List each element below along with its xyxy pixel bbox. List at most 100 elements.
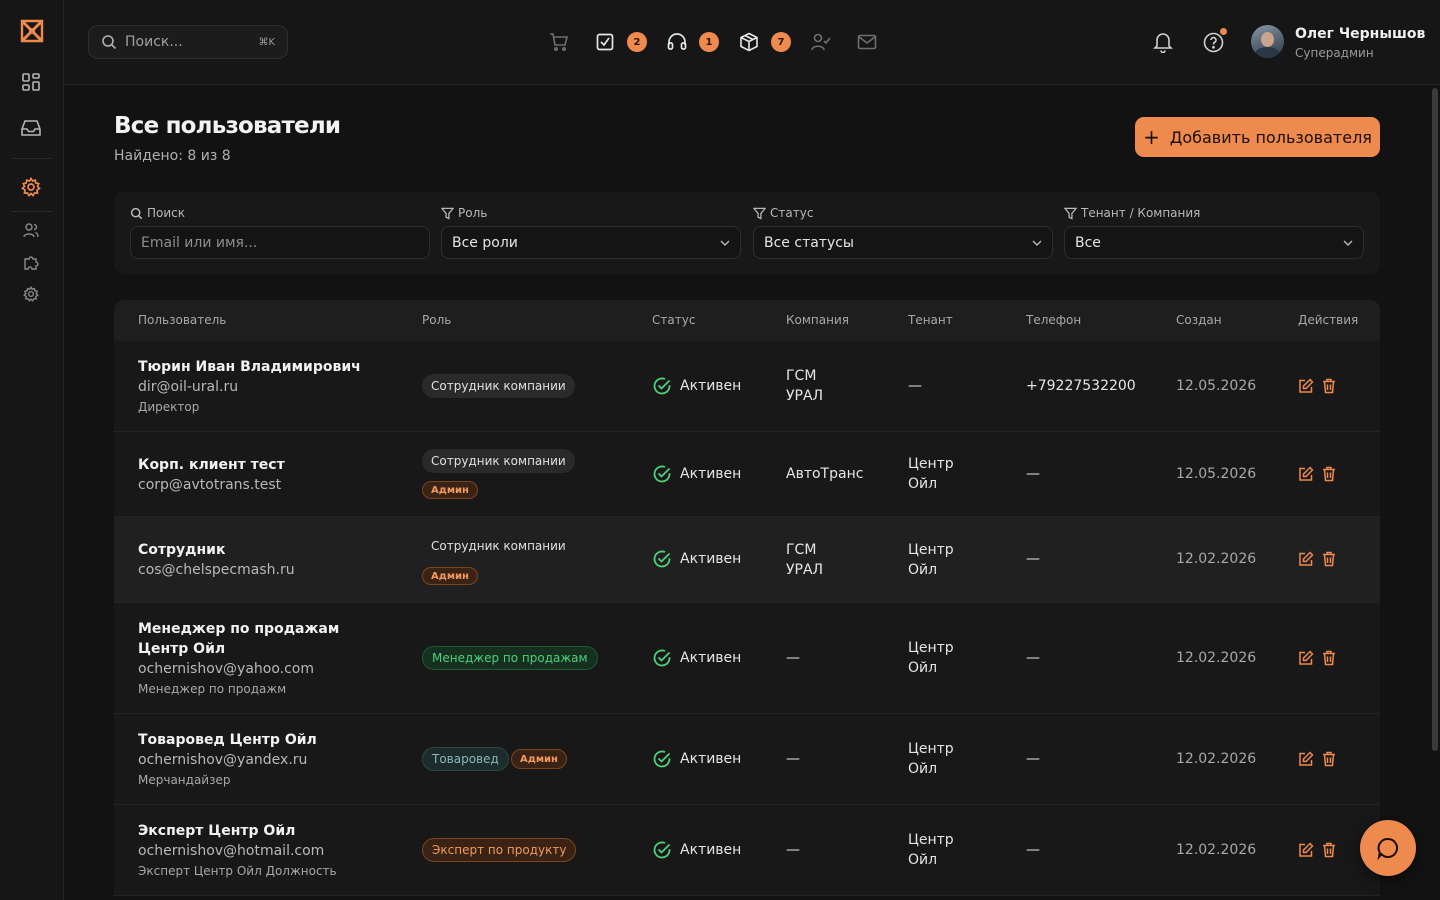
status-text: Активен	[680, 378, 742, 394]
row-user-email: ochernishov@yahoo.com	[138, 661, 315, 677]
filter-icon	[1064, 207, 1077, 220]
status-badge: Активен	[652, 549, 741, 569]
row-user-position: Мерчандайзер	[138, 773, 231, 787]
header-created[interactable]: Создан	[1176, 313, 1222, 327]
trash-icon[interactable]	[1322, 378, 1336, 394]
edit-icon[interactable]	[1298, 466, 1314, 482]
help-notification-dot	[1220, 28, 1227, 35]
row-created: 12.05.2026	[1176, 378, 1257, 394]
cog-icon[interactable]	[20, 283, 42, 305]
tasks-badge: 2	[627, 32, 647, 52]
table-row[interactable]: Товаровед Центр Ойл ochernishov@yandex.r…	[114, 714, 1380, 805]
check-circle-icon	[653, 750, 671, 768]
trash-icon[interactable]	[1322, 751, 1336, 767]
avatar[interactable]	[1251, 25, 1284, 58]
check-circle-icon	[653, 465, 671, 483]
header-phone[interactable]: Телефон	[1026, 313, 1081, 327]
tenant-select[interactable]: Все	[1064, 226, 1364, 259]
chat-bubble-icon	[1377, 837, 1399, 860]
row-phone: —	[1026, 466, 1040, 482]
edit-icon[interactable]	[1298, 551, 1314, 567]
box-icon[interactable]	[738, 31, 760, 53]
role-badge: Сотрудник компании	[431, 539, 566, 553]
add-user-label: Добавить пользователя	[1169, 127, 1372, 147]
header-tenant[interactable]: Тенант	[908, 313, 953, 327]
role-select[interactable]: Все роли	[441, 226, 741, 259]
row-created: 12.02.2026	[1176, 842, 1257, 858]
header-role[interactable]: Роль	[422, 313, 451, 327]
table-row[interactable]: Сотрудник cos@chelspecmash.ru Сотрудник …	[114, 517, 1380, 603]
edit-icon[interactable]	[1298, 378, 1314, 394]
email-search-placeholder: Email или имя...	[141, 234, 258, 251]
row-user-email: dir@oil-ural.ru	[138, 379, 239, 395]
mail-icon[interactable]	[856, 31, 878, 53]
row-tenant: Центр Ойл	[908, 456, 954, 492]
row-user-name: Тюрин Иван Владимирович	[138, 359, 361, 375]
user-name: Олег Чернышов	[1295, 26, 1426, 42]
role-badge: Менеджер по продажам	[422, 646, 598, 670]
row-user-email: cos@chelspecmash.ru	[138, 562, 295, 578]
search-shortcut: ⌘K	[258, 36, 275, 48]
table-row[interactable]: Эксперт Центр Ойл ochernishov@hotmail.co…	[114, 805, 1380, 896]
chevron-down-icon	[720, 240, 730, 246]
tasks-icon[interactable]	[594, 31, 616, 53]
edit-icon[interactable]	[1298, 650, 1314, 666]
page-scrollbar[interactable]	[1432, 88, 1438, 751]
bell-icon[interactable]	[1152, 31, 1174, 53]
trash-icon[interactable]	[1322, 551, 1336, 567]
status-badge: Активен	[652, 749, 741, 769]
search-filter-label: Поиск	[147, 206, 186, 220]
table-header: Пользователь Роль Статус Компания Тенант…	[114, 300, 1380, 341]
edit-icon[interactable]	[1298, 751, 1314, 767]
search-icon	[102, 35, 117, 50]
inbox-icon[interactable]	[20, 117, 42, 139]
row-user-email: corp@avtotrans.test	[138, 477, 282, 493]
header-user[interactable]: Пользователь	[138, 313, 226, 327]
admin-badge: Админ	[422, 481, 478, 499]
main-content: Все пользователи Найдено: 8 из 8 + Добав…	[64, 85, 1440, 900]
cart-icon[interactable]	[548, 31, 570, 53]
row-company: —	[786, 650, 800, 666]
email-search-input[interactable]: Email или имя...	[130, 226, 430, 259]
status-badge: Активен	[652, 464, 741, 484]
user-check-icon[interactable]	[810, 31, 832, 53]
settings-gear-icon[interactable]	[20, 176, 42, 198]
row-tenant: Центр Ойл	[908, 741, 954, 777]
admin-badge: Админ	[511, 749, 567, 769]
add-user-button[interactable]: + Добавить пользователя	[1135, 117, 1380, 157]
table-row[interactable]: Менеджер по продажам Центр Ойл ochernish…	[114, 603, 1380, 714]
trash-icon[interactable]	[1322, 842, 1336, 858]
role-badge: Сотрудник компании	[422, 449, 575, 473]
row-actions	[1298, 842, 1344, 858]
chat-button[interactable]	[1360, 820, 1416, 876]
filters-panel: Поиск Email или имя... Роль Все роли Ста…	[114, 192, 1380, 274]
tenant-filter: Тенант / Компания Все	[1064, 206, 1364, 259]
header-company[interactable]: Компания	[786, 313, 849, 327]
dashboard-icon[interactable]	[20, 71, 42, 93]
row-created: 12.02.2026	[1176, 551, 1257, 567]
users-icon[interactable]	[20, 219, 42, 241]
puzzle-icon[interactable]	[20, 251, 42, 273]
row-actions	[1298, 650, 1344, 666]
edit-icon[interactable]	[1298, 842, 1314, 858]
status-text: Активен	[680, 751, 742, 767]
check-circle-icon	[653, 649, 671, 667]
user-role: Суперадмин	[1295, 46, 1374, 60]
trash-icon[interactable]	[1322, 466, 1336, 482]
global-search[interactable]: Поиск... ⌘K	[88, 25, 288, 59]
table-row[interactable]: Корп. клиент тест corp@avtotrans.test Со…	[114, 432, 1380, 517]
check-circle-icon	[653, 550, 671, 568]
header-status[interactable]: Статус	[652, 313, 695, 327]
row-user-name: Корп. клиент тест	[138, 457, 285, 473]
table-row[interactable]: Тюрин Иван Владимирович dir@oil-ural.ru …	[114, 341, 1380, 432]
status-select[interactable]: Все статусы	[753, 226, 1053, 259]
chevron-down-icon	[1032, 240, 1042, 246]
logo-icon[interactable]	[20, 19, 44, 43]
row-user-position: Эксперт Центр Ойл Должность	[138, 864, 337, 878]
status-badge: Активен	[652, 376, 741, 396]
row-tenant: Центр Ойл	[908, 542, 954, 578]
search-icon	[130, 207, 143, 219]
headset-icon[interactable]	[666, 31, 688, 53]
trash-icon[interactable]	[1322, 650, 1336, 666]
role-badge: Товаровед	[422, 747, 509, 771]
